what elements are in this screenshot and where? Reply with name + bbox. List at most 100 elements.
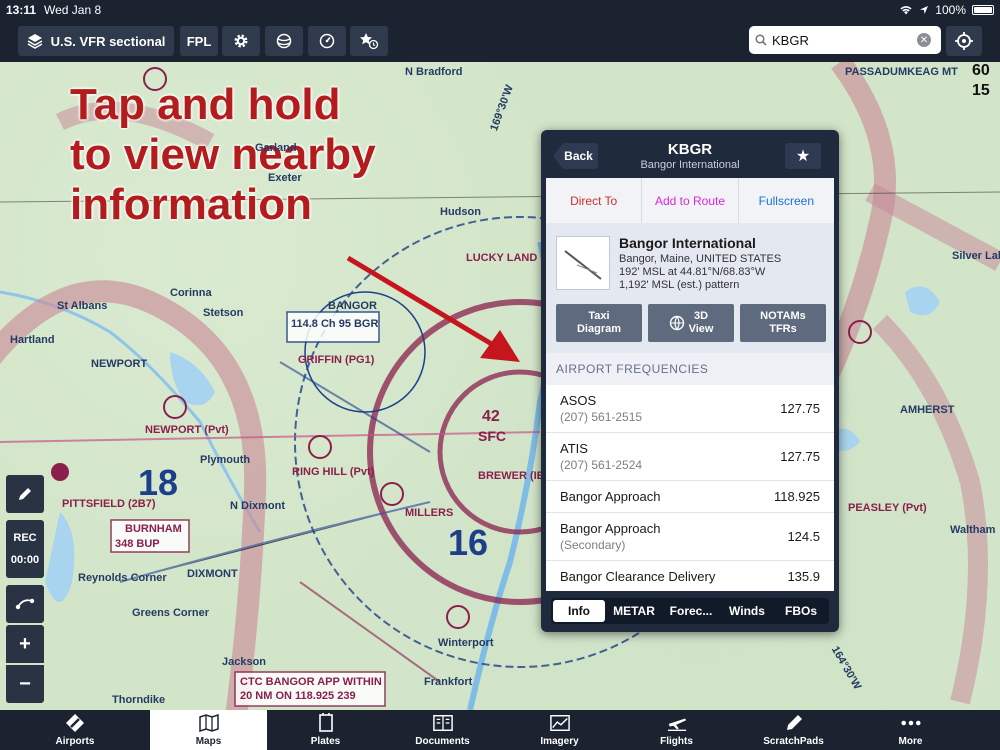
fpl-button[interactable]: FPL — [180, 26, 218, 56]
frequency-row[interactable]: ASOS (207) 561-2515 127.75 — [546, 385, 834, 433]
3d-view-button[interactable]: 3D View — [648, 304, 734, 342]
tab-info[interactable]: Info — [553, 600, 605, 622]
search-input[interactable] — [772, 32, 912, 48]
overlay-button[interactable] — [265, 26, 303, 56]
frequency-row[interactable]: Bangor Clearance Delivery 135.9 — [546, 561, 834, 591]
map-label: Corinna — [170, 287, 212, 299]
tab-imagery[interactable]: Imagery — [501, 710, 618, 750]
map-toolbar: U.S. VFR sectional FPL ✕ — [0, 20, 1000, 62]
map-label: Garland — [255, 142, 297, 154]
map-label: 60 — [972, 62, 990, 79]
locate-button[interactable] — [946, 26, 982, 56]
plates-icon — [318, 713, 333, 732]
frequency-name: Bangor Approach — [560, 489, 661, 504]
fullscreen-button[interactable]: Fullscreen — [739, 178, 834, 223]
map-label: LUCKY LAND — [466, 252, 538, 264]
map-label: 15 — [972, 82, 990, 99]
crosshair-icon — [955, 32, 973, 50]
lake — [45, 512, 75, 602]
status-right: 100% — [899, 3, 994, 17]
favorite-button[interactable]: ★ — [785, 143, 821, 169]
zoom-out-label: − — [19, 672, 31, 695]
taxi-diagram-button[interactable]: Taxi Diagram — [556, 304, 642, 342]
tab-fbos[interactable]: FBOs — [775, 600, 827, 622]
airport-elevation: 192' MSL at 44.81°N/68.83°W — [619, 266, 766, 278]
pencil-icon — [786, 715, 802, 730]
frequency-value: 127.75 — [780, 449, 820, 464]
direct-to-label: Direct To — [570, 193, 618, 208]
map-label: NEWPORT (Pvt) — [145, 424, 229, 436]
frequency-row[interactable]: Bangor Approach 118.925 — [546, 481, 834, 513]
tab-more[interactable]: More — [852, 710, 969, 750]
fullscreen-label: Fullscreen — [758, 193, 814, 208]
record-button[interactable]: REC 00:00 — [6, 520, 44, 578]
map-icon — [198, 714, 219, 732]
tutorial-callout: Tap and hold to view nearby information — [70, 80, 376, 230]
notams-line-1: NOTAMs — [760, 310, 806, 322]
map-label: Plymouth — [200, 454, 251, 466]
tab-more-label: More — [898, 736, 923, 747]
map-label: Waltham — [950, 524, 996, 536]
wifi-icon — [900, 6, 912, 15]
map-label: Hudson — [440, 206, 481, 218]
map-label: N Bradford — [405, 66, 463, 78]
frequency-list[interactable]: AIRPORT FREQUENCIES ASOS (207) 561-2515 … — [546, 353, 834, 591]
add-to-route-button[interactable]: Add to Route — [642, 178, 739, 223]
map-label: NEWPORT — [91, 358, 148, 370]
instruments-button[interactable] — [308, 26, 346, 56]
tab-winds[interactable]: Winds — [719, 600, 775, 622]
tab-flights[interactable]: Flights — [618, 710, 735, 750]
map-label: Thorndike — [112, 694, 166, 706]
frequency-row[interactable]: Bangor Approach (Secondary) 124.5 — [546, 513, 834, 561]
globe-icon — [276, 33, 292, 49]
gear-icon — [234, 34, 248, 48]
status-date: Wed Jan 8 — [44, 3, 102, 17]
map-label: N Dixmont — [230, 500, 285, 512]
frequency-name: ASOS — [560, 393, 597, 408]
frequency-name: Bangor Clearance Delivery — [560, 569, 716, 584]
draw-tool-button[interactable] — [6, 475, 44, 513]
map-label: BURNHAM — [125, 523, 182, 535]
search-icon — [755, 34, 767, 46]
zoom-in-button[interactable]: + — [6, 625, 44, 663]
tab-maps[interactable]: Maps — [150, 710, 267, 750]
tab-forecast[interactable]: Forec... — [663, 600, 719, 622]
frequency-sub: (Secondary) — [560, 538, 626, 552]
tab-plates[interactable]: Plates — [267, 710, 384, 750]
frequency-value: 135.9 — [787, 569, 820, 584]
map-label: PASSADUMKEAG MT — [845, 66, 958, 78]
frequency-row[interactable]: ATIS (207) 561-2524 127.75 — [546, 433, 834, 481]
search-box[interactable]: ✕ — [749, 26, 941, 54]
tab-documents[interactable]: Documents — [384, 710, 501, 750]
rec-label: REC — [13, 532, 37, 544]
tab-airports[interactable]: Airports — [0, 710, 150, 750]
tab-scratchpads-label: ScratchPads — [763, 736, 824, 747]
map-label: SFC — [478, 428, 506, 444]
popover-tabs: Info METAR Forec... Winds FBOs — [551, 598, 829, 624]
airport-diagram-thumbnail[interactable] — [556, 236, 610, 290]
tab-documents-label: Documents — [415, 736, 470, 747]
star-icon: ★ — [795, 148, 811, 165]
popover-header: Back KBGR Bangor International ★ — [541, 130, 839, 178]
map-label: 18 — [138, 462, 179, 503]
map-label: Frankfort — [424, 676, 473, 688]
frequency-sub: (207) 561-2515 — [560, 410, 643, 424]
map-label: 20 NM ON 118.925 239 — [240, 690, 356, 702]
zoom-out-button[interactable]: − — [6, 665, 44, 703]
tab-flights-label: Flights — [660, 736, 693, 747]
map-layer-label: U.S. VFR sectional — [50, 33, 166, 49]
favorites-recents-button[interactable] — [350, 26, 388, 56]
documents-icon — [432, 715, 453, 731]
clear-search-icon[interactable]: ✕ — [917, 33, 931, 47]
layers-icon — [27, 34, 42, 49]
notams-tfrs-button[interactable]: NOTAMs TFRs — [740, 304, 826, 342]
map-label: Winterport — [438, 637, 494, 649]
sectional-map[interactable]: Tap and hold to view nearby information … — [0, 62, 1000, 710]
tab-metar[interactable]: METAR — [605, 600, 663, 622]
tab-scratchpads[interactable]: ScratchPads — [735, 710, 852, 750]
map-layer-button[interactable]: U.S. VFR sectional — [18, 26, 174, 56]
direct-to-button[interactable]: Direct To — [546, 178, 643, 223]
route-tool-button[interactable] — [6, 585, 44, 623]
settings-button[interactable] — [222, 26, 260, 56]
more-dots-icon — [900, 720, 921, 726]
